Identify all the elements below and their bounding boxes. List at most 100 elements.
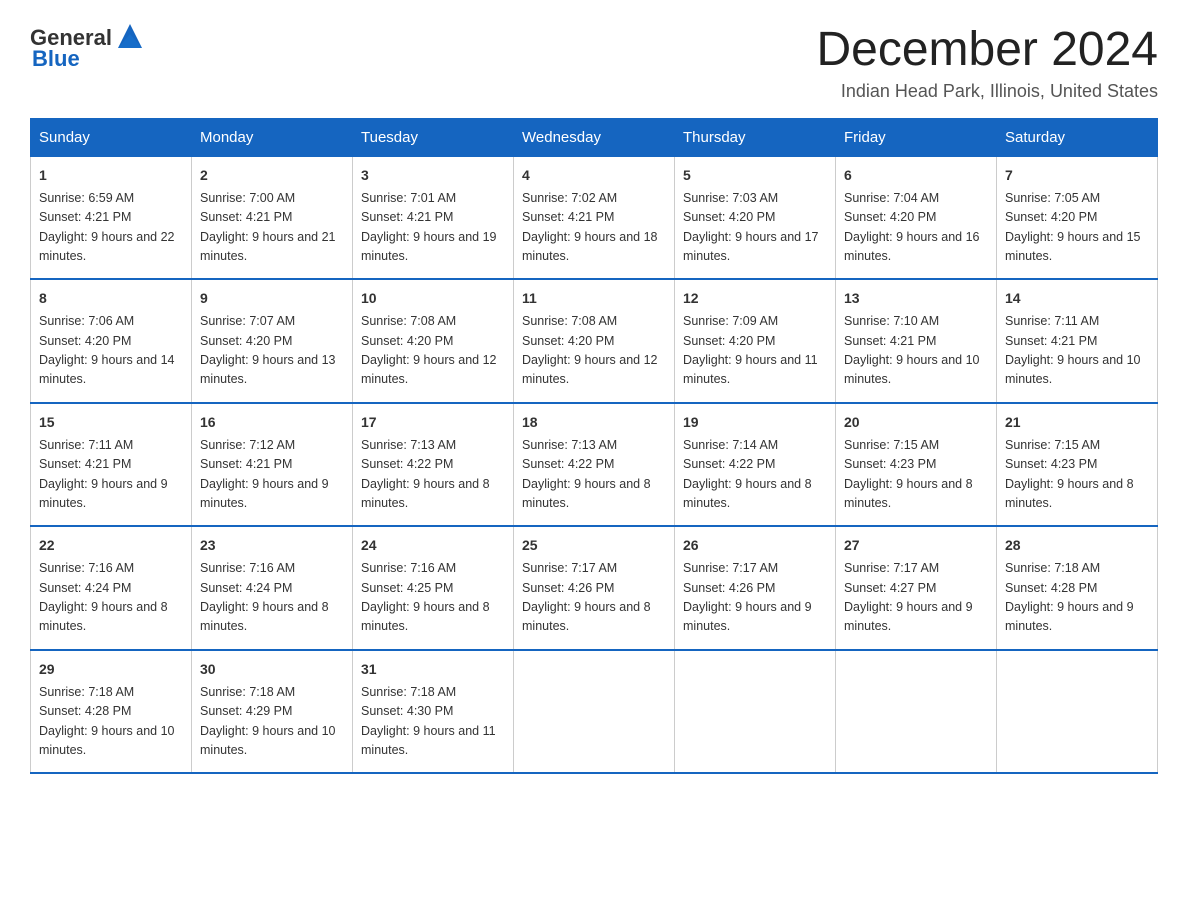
- column-header-saturday: Saturday: [997, 118, 1158, 156]
- day-number: 23: [200, 535, 344, 556]
- day-number: 26: [683, 535, 827, 556]
- day-info: Sunrise: 7:07 AM Sunset: 4:20 PM Dayligh…: [200, 314, 336, 386]
- calendar-cell: 22 Sunrise: 7:16 AM Sunset: 4:24 PM Dayli…: [31, 526, 192, 650]
- day-info: Sunrise: 7:08 AM Sunset: 4:20 PM Dayligh…: [361, 314, 497, 386]
- day-number: 11: [522, 288, 666, 309]
- day-number: 14: [1005, 288, 1149, 309]
- logo-blue: Blue: [32, 46, 80, 72]
- day-number: 16: [200, 412, 344, 433]
- day-info: Sunrise: 7:11 AM Sunset: 4:21 PM Dayligh…: [1005, 314, 1141, 386]
- column-header-thursday: Thursday: [675, 118, 836, 156]
- calendar-cell: 23 Sunrise: 7:16 AM Sunset: 4:24 PM Dayli…: [192, 526, 353, 650]
- day-number: 19: [683, 412, 827, 433]
- day-info: Sunrise: 7:11 AM Sunset: 4:21 PM Dayligh…: [39, 438, 168, 510]
- day-info: Sunrise: 7:08 AM Sunset: 4:20 PM Dayligh…: [522, 314, 658, 386]
- day-number: 2: [200, 165, 344, 186]
- calendar-cell: 15 Sunrise: 7:11 AM Sunset: 4:21 PM Dayli…: [31, 403, 192, 527]
- calendar-week-5: 29Sunrise: 7:18 AM Sunset: 4:28 PM Dayli…: [31, 650, 1158, 774]
- calendar-cell: 27 Sunrise: 7:17 AM Sunset: 4:27 PM Dayli…: [836, 526, 997, 650]
- day-number: 1: [39, 165, 183, 186]
- day-info: Sunrise: 7:16 AM Sunset: 4:24 PM Dayligh…: [200, 561, 329, 633]
- day-number: 10: [361, 288, 505, 309]
- calendar-cell: 20Sunrise: 7:15 AM Sunset: 4:23 PM Dayli…: [836, 403, 997, 527]
- day-number: 22: [39, 535, 183, 556]
- page-header: General Blue December 2024 Indian Head P…: [30, 24, 1158, 102]
- day-info: Sunrise: 7:13 AM Sunset: 4:22 PM Dayligh…: [522, 438, 651, 510]
- calendar-cell: 25Sunrise: 7:17 AM Sunset: 4:26 PM Dayli…: [514, 526, 675, 650]
- day-number: 30: [200, 659, 344, 680]
- calendar-cell: 17 Sunrise: 7:13 AM Sunset: 4:22 PM Dayli…: [353, 403, 514, 527]
- day-info: Sunrise: 7:14 AM Sunset: 4:22 PM Dayligh…: [683, 438, 812, 510]
- calendar-cell: 1Sunrise: 6:59 AM Sunset: 4:21 PM Daylig…: [31, 156, 192, 279]
- location-subtitle: Indian Head Park, Illinois, United State…: [816, 81, 1158, 102]
- calendar-cell: 12 Sunrise: 7:09 AM Sunset: 4:20 PM Dayli…: [675, 279, 836, 403]
- day-number: 31: [361, 659, 505, 680]
- calendar-cell: [997, 650, 1158, 774]
- day-info: Sunrise: 7:17 AM Sunset: 4:26 PM Dayligh…: [522, 561, 651, 633]
- day-number: 7: [1005, 165, 1149, 186]
- day-number: 3: [361, 165, 505, 186]
- column-header-tuesday: Tuesday: [353, 118, 514, 156]
- calendar-cell: 19 Sunrise: 7:14 AM Sunset: 4:22 PM Dayli…: [675, 403, 836, 527]
- day-info: Sunrise: 7:16 AM Sunset: 4:25 PM Dayligh…: [361, 561, 490, 633]
- calendar-cell: 7 Sunrise: 7:05 AM Sunset: 4:20 PM Daylig…: [997, 156, 1158, 279]
- calendar-cell: 2 Sunrise: 7:00 AM Sunset: 4:21 PM Daylig…: [192, 156, 353, 279]
- calendar-cell: 6Sunrise: 7:04 AM Sunset: 4:20 PM Daylig…: [836, 156, 997, 279]
- title-section: December 2024 Indian Head Park, Illinois…: [816, 24, 1158, 102]
- day-number: 17: [361, 412, 505, 433]
- calendar-cell: [514, 650, 675, 774]
- calendar-header-row: SundayMondayTuesdayWednesdayThursdayFrid…: [31, 118, 1158, 156]
- calendar-cell: 30 Sunrise: 7:18 AM Sunset: 4:29 PM Dayli…: [192, 650, 353, 774]
- calendar-cell: 24 Sunrise: 7:16 AM Sunset: 4:25 PM Dayli…: [353, 526, 514, 650]
- day-info: Sunrise: 7:15 AM Sunset: 4:23 PM Dayligh…: [1005, 438, 1134, 510]
- day-info: Sunrise: 7:13 AM Sunset: 4:22 PM Dayligh…: [361, 438, 490, 510]
- calendar-cell: [675, 650, 836, 774]
- calendar-cell: 9 Sunrise: 7:07 AM Sunset: 4:20 PM Daylig…: [192, 279, 353, 403]
- calendar-cell: 18 Sunrise: 7:13 AM Sunset: 4:22 PM Dayli…: [514, 403, 675, 527]
- calendar-cell: 14 Sunrise: 7:11 AM Sunset: 4:21 PM Dayli…: [997, 279, 1158, 403]
- day-number: 28: [1005, 535, 1149, 556]
- month-title: December 2024: [816, 24, 1158, 77]
- day-number: 24: [361, 535, 505, 556]
- calendar-cell: 16 Sunrise: 7:12 AM Sunset: 4:21 PM Dayli…: [192, 403, 353, 527]
- calendar-cell: [836, 650, 997, 774]
- day-info: Sunrise: 7:16 AM Sunset: 4:24 PM Dayligh…: [39, 561, 168, 633]
- day-info: Sunrise: 7:04 AM Sunset: 4:20 PM Dayligh…: [844, 191, 980, 263]
- day-info: Sunrise: 7:17 AM Sunset: 4:27 PM Dayligh…: [844, 561, 973, 633]
- calendar-cell: 28Sunrise: 7:18 AM Sunset: 4:28 PM Dayli…: [997, 526, 1158, 650]
- calendar-cell: 11 Sunrise: 7:08 AM Sunset: 4:20 PM Dayli…: [514, 279, 675, 403]
- column-header-wednesday: Wednesday: [514, 118, 675, 156]
- day-info: Sunrise: 7:10 AM Sunset: 4:21 PM Dayligh…: [844, 314, 980, 386]
- day-number: 12: [683, 288, 827, 309]
- day-number: 8: [39, 288, 183, 309]
- day-info: Sunrise: 7:18 AM Sunset: 4:30 PM Dayligh…: [361, 685, 496, 757]
- calendar-cell: 10 Sunrise: 7:08 AM Sunset: 4:20 PM Dayli…: [353, 279, 514, 403]
- calendar-week-3: 15 Sunrise: 7:11 AM Sunset: 4:21 PM Dayli…: [31, 403, 1158, 527]
- day-info: Sunrise: 7:09 AM Sunset: 4:20 PM Dayligh…: [683, 314, 818, 386]
- day-info: Sunrise: 7:17 AM Sunset: 4:26 PM Dayligh…: [683, 561, 812, 633]
- logo: General Blue: [30, 24, 146, 72]
- day-info: Sunrise: 7:01 AM Sunset: 4:21 PM Dayligh…: [361, 191, 497, 263]
- day-info: Sunrise: 7:18 AM Sunset: 4:28 PM Dayligh…: [39, 685, 175, 757]
- calendar-cell: 21Sunrise: 7:15 AM Sunset: 4:23 PM Dayli…: [997, 403, 1158, 527]
- calendar-cell: 4Sunrise: 7:02 AM Sunset: 4:21 PM Daylig…: [514, 156, 675, 279]
- day-info: Sunrise: 7:00 AM Sunset: 4:21 PM Dayligh…: [200, 191, 336, 263]
- calendar-cell: 5 Sunrise: 7:03 AM Sunset: 4:20 PM Daylig…: [675, 156, 836, 279]
- calendar-cell: 29Sunrise: 7:18 AM Sunset: 4:28 PM Dayli…: [31, 650, 192, 774]
- day-number: 9: [200, 288, 344, 309]
- day-number: 13: [844, 288, 988, 309]
- day-number: 20: [844, 412, 988, 433]
- day-info: Sunrise: 7:03 AM Sunset: 4:20 PM Dayligh…: [683, 191, 819, 263]
- day-info: Sunrise: 7:12 AM Sunset: 4:21 PM Dayligh…: [200, 438, 329, 510]
- day-info: Sunrise: 7:05 AM Sunset: 4:20 PM Dayligh…: [1005, 191, 1141, 263]
- day-number: 15: [39, 412, 183, 433]
- calendar-table: SundayMondayTuesdayWednesdayThursdayFrid…: [30, 118, 1158, 775]
- day-number: 27: [844, 535, 988, 556]
- calendar-week-1: 1Sunrise: 6:59 AM Sunset: 4:21 PM Daylig…: [31, 156, 1158, 279]
- calendar-cell: 3 Sunrise: 7:01 AM Sunset: 4:21 PM Daylig…: [353, 156, 514, 279]
- day-info: Sunrise: 7:06 AM Sunset: 4:20 PM Dayligh…: [39, 314, 175, 386]
- day-number: 5: [683, 165, 827, 186]
- column-header-monday: Monday: [192, 118, 353, 156]
- day-number: 18: [522, 412, 666, 433]
- day-info: Sunrise: 7:18 AM Sunset: 4:29 PM Dayligh…: [200, 685, 336, 757]
